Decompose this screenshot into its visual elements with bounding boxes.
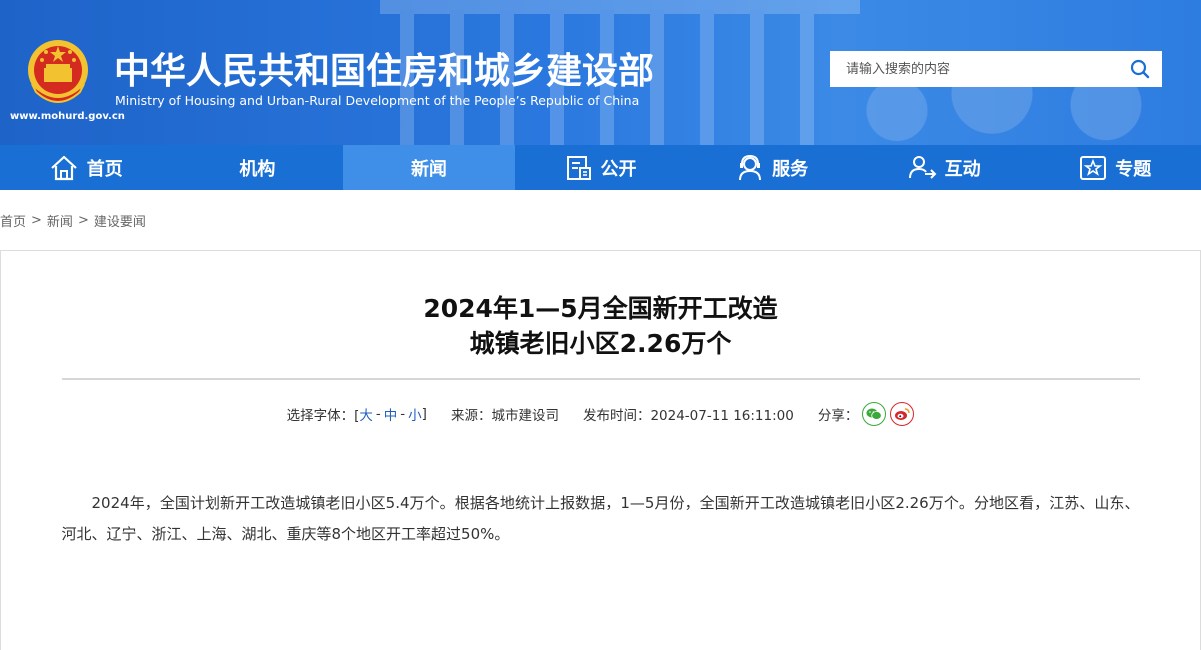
user-service-icon	[739, 154, 762, 180]
font-size-dash: -	[375, 406, 381, 422]
wechat-share-icon[interactable]	[862, 402, 887, 426]
breadcrumb-current[interactable]: 建设要闻	[94, 211, 146, 230]
nav-label-service: 服务	[772, 158, 809, 180]
article-source: 来源：城市建设司	[450, 408, 559, 424]
trees-background	[821, 30, 1201, 145]
font-size-label: 选择字体：[	[286, 408, 360, 424]
interaction-icon	[908, 155, 937, 179]
nav-item-home[interactable]: 首页	[0, 145, 172, 190]
breadcrumb-news[interactable]: 新闻	[47, 211, 73, 230]
article-container: 2024年1—5月全国新开工改造 城镇老旧小区2.26万个 选择字体：[ 大 -…	[0, 250, 1201, 650]
title-divider	[61, 378, 1140, 380]
star-icon	[1080, 155, 1107, 180]
share-label: 分享：	[817, 408, 859, 424]
national-emblem-logo[interactable]	[24, 38, 92, 110]
font-size-small[interactable]: 小	[408, 404, 422, 424]
search-input[interactable]	[830, 51, 1118, 87]
search-box	[830, 51, 1162, 87]
nav-label-public: 公开	[600, 158, 637, 180]
breadcrumb: 首页 > 新闻 > 建设要闻	[0, 190, 1201, 250]
nav-item-service[interactable]: 服务	[686, 145, 858, 190]
ministry-title-en: Ministry of Housing and Urban-Rural Deve…	[115, 93, 640, 108]
font-size-selector: 选择字体：[ 大 - 中 - 小 ]	[287, 404, 427, 424]
article-title-line2: 城镇老旧小区2.26万个	[469, 329, 732, 358]
nav-label-interaction: 互动	[944, 158, 981, 180]
document-icon	[566, 155, 591, 180]
nav-label-news: 新闻	[410, 158, 447, 180]
font-size-large[interactable]: 大	[359, 404, 373, 424]
font-size-dash: -	[400, 406, 406, 422]
main-nav: 首页 机构 新闻 公开 服务 互动 专题	[0, 145, 1201, 190]
ministry-title-cn[interactable]: 中华人民共和国住房和城乡建设部	[114, 42, 654, 94]
home-icon	[51, 155, 77, 180]
article-title-line1: 2024年1—5月全国新开工改造	[423, 294, 778, 323]
weibo-share-icon[interactable]	[890, 402, 915, 426]
nav-item-organization[interactable]: 机构	[172, 145, 344, 190]
search-icon	[1130, 59, 1150, 79]
breadcrumb-separator: >	[31, 212, 42, 228]
site-header: www.mohurd.gov.cn 中华人民共和国住房和城乡建设部 Minist…	[0, 0, 1201, 145]
nav-item-public[interactable]: 公开	[515, 145, 687, 190]
article-body: 2024年，全国计划新开工改造城镇老旧小区5.4万个。根据各地统计上报数据，1—…	[61, 494, 1140, 543]
font-size-medium[interactable]: 中	[384, 404, 398, 424]
nav-item-news[interactable]: 新闻	[343, 145, 515, 190]
article-title: 2024年1—5月全国新开工改造 城镇老旧小区2.26万个	[1, 291, 1200, 361]
breadcrumb-separator: >	[77, 212, 89, 228]
nav-label-home: 首页	[86, 158, 123, 180]
font-size-close: ]	[421, 406, 427, 422]
article-publish-time: 发布时间：2024-07-11 16:11:00	[582, 408, 794, 424]
search-button[interactable]	[1118, 51, 1162, 87]
nav-label-topics: 专题	[1115, 158, 1152, 180]
nav-label-organization: 机构	[239, 158, 276, 180]
article-meta: 选择字体：[ 大 - 中 - 小 ] 来源：城市建设司 发布时间：2024-07…	[1, 402, 1200, 426]
nav-item-topics[interactable]: 专题	[1029, 145, 1201, 190]
breadcrumb-home[interactable]: 首页	[0, 211, 26, 230]
site-url: www.mohurd.gov.cn	[10, 111, 125, 122]
share-section: 分享：	[818, 402, 915, 426]
nav-item-interaction[interactable]: 互动	[858, 145, 1030, 190]
